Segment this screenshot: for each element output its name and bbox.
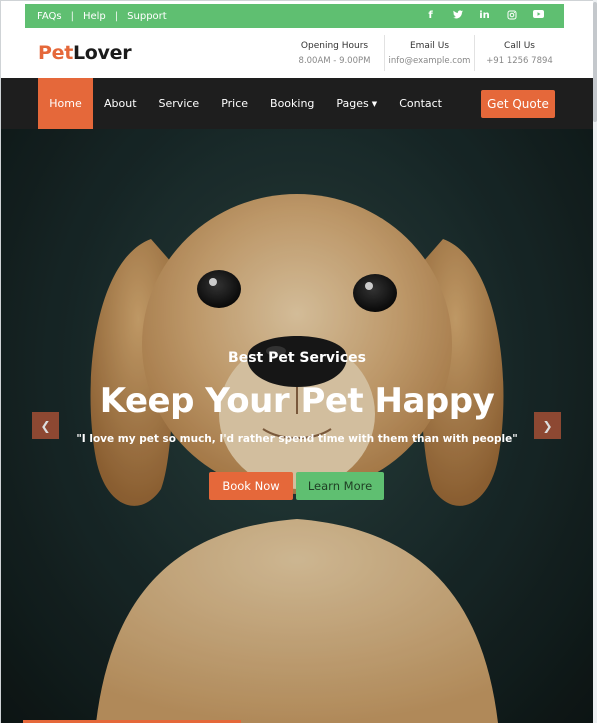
nav-pages-label: Pages [336,97,369,110]
nav-price[interactable]: Price [210,78,259,129]
hero-eyebrow: Best Pet Services [228,350,366,366]
learn-more-button[interactable]: Learn More [296,472,384,500]
twitter-icon[interactable] [444,9,471,23]
get-quote-button[interactable]: Get Quote [481,89,555,118]
linkedin-icon[interactable]: in [471,10,498,23]
chevron-left-icon[interactable]: ❮ [32,412,59,439]
logo[interactable]: PetLover [38,42,132,64]
nav-about[interactable]: About [93,78,148,129]
scrollbar-thumb[interactable] [593,2,597,122]
youtube-icon[interactable] [525,9,552,23]
info-value[interactable]: info@example.com [385,56,474,66]
nav-service[interactable]: Service [148,78,211,129]
chevron-right-icon[interactable]: ❯ [534,412,561,439]
top-bar: FAQs | Help | Support f in [25,4,564,28]
contact-info: Opening Hours 8.00AM - 9.00PM Email Us i… [285,35,564,71]
separator: | [114,10,119,22]
nav-contact[interactable]: Contact [388,78,453,129]
caret-down-icon: ▼ [371,99,378,108]
hero-carousel: Best Pet Services Keep Your Pet Happy "I… [1,129,593,723]
logo-lover: Lover [73,42,132,64]
hero-overlay [1,129,593,723]
separator: | [70,10,74,22]
nav-booking[interactable]: Booking [259,78,325,129]
info-title: Email Us [409,40,450,51]
nav-pages[interactable]: Pages ▼ [325,78,388,129]
email-us: Email Us info@example.com [384,35,474,71]
info-value: 8.00AM - 9.00PM [298,55,371,66]
opening-hours: Opening Hours 8.00AM - 9.00PM [285,35,384,71]
book-now-button[interactable]: Book Now [209,472,293,500]
call-us: Call Us +91 1256 7894 [474,35,564,71]
logo-pet: Pet [38,42,73,64]
nav-home[interactable]: Home [38,78,93,129]
hero-headline: Keep Your Pet Happy [99,381,495,421]
info-title: Call Us [504,40,535,51]
info-title: Opening Hours [300,40,369,51]
social-links: f in [417,9,552,23]
hero-quote: "I love my pet so much, I'd rather spend… [76,433,518,445]
facebook-icon[interactable]: f [417,10,444,23]
scrollbar[interactable] [593,0,597,723]
support-link[interactable]: Support [127,11,167,22]
main-nav: Home About Service Price Booking Pages ▼ … [1,78,593,129]
info-value[interactable]: +91 1256 7894 [475,56,564,66]
site-header: PetLover Opening Hours 8.00AM - 9.00PM E… [25,28,564,78]
instagram-icon[interactable] [498,10,525,23]
help-link[interactable]: Help [83,11,106,22]
faqs-link[interactable]: FAQs [37,11,62,22]
top-links: FAQs | Help | Support [37,11,167,22]
